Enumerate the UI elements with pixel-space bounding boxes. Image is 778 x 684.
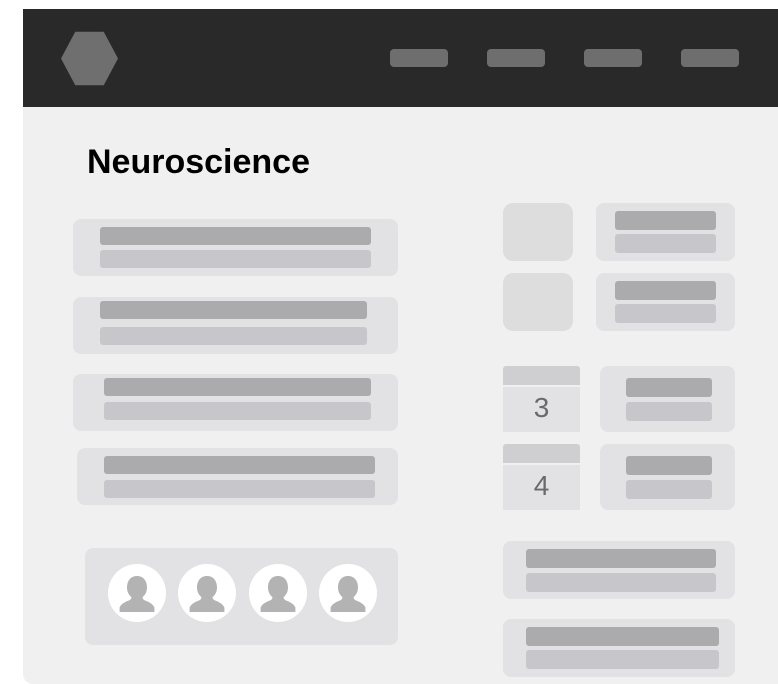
list-item-title-placeholder — [104, 456, 375, 474]
list-item-subtitle-placeholder — [104, 402, 371, 420]
calendar-date-header — [503, 444, 580, 463]
list-item-subtitle-placeholder — [104, 480, 375, 498]
wide-card-subtitle-placeholder — [526, 650, 719, 669]
side-card-title-placeholder — [615, 281, 716, 300]
list-item-subtitle-placeholder — [100, 250, 371, 268]
user-silhouette-icon[interactable] — [319, 564, 377, 622]
event-title-placeholder — [626, 378, 712, 397]
wide-card-subtitle-placeholder — [526, 573, 716, 592]
user-silhouette-icon[interactable] — [249, 564, 307, 622]
calendar-date-day[interactable]: 3 — [503, 387, 580, 432]
user-silhouette-icon[interactable] — [178, 564, 236, 622]
list-item-title-placeholder — [104, 378, 371, 396]
side-card-subtitle-placeholder — [615, 304, 716, 323]
event-subtitle-placeholder — [626, 480, 712, 499]
side-card-subtitle-placeholder — [615, 234, 716, 253]
nav-button-3[interactable] — [584, 49, 642, 67]
event-subtitle-placeholder — [626, 402, 712, 421]
thumbnail-tile[interactable] — [503, 203, 573, 261]
nav-button-2[interactable] — [487, 49, 545, 67]
page: Neuroscience 3 4 — [0, 0, 778, 684]
wide-card-title-placeholder — [526, 627, 719, 646]
list-item-title-placeholder — [100, 227, 371, 245]
event-card[interactable] — [600, 444, 735, 510]
thumbnail-tile[interactable] — [503, 273, 573, 331]
wide-card-title-placeholder — [526, 549, 716, 568]
nav-button-4[interactable] — [681, 49, 739, 67]
event-card[interactable] — [600, 366, 735, 432]
calendar-date-day[interactable]: 4 — [503, 465, 580, 510]
user-silhouette-icon[interactable] — [108, 564, 166, 622]
page-title: Neuroscience — [87, 143, 310, 181]
list-item-subtitle-placeholder — [100, 327, 367, 345]
event-title-placeholder — [626, 456, 712, 475]
nav-button-1[interactable] — [390, 49, 448, 67]
calendar-date-header — [503, 366, 580, 385]
side-card-title-placeholder — [615, 211, 716, 230]
list-item-title-placeholder — [100, 301, 367, 319]
